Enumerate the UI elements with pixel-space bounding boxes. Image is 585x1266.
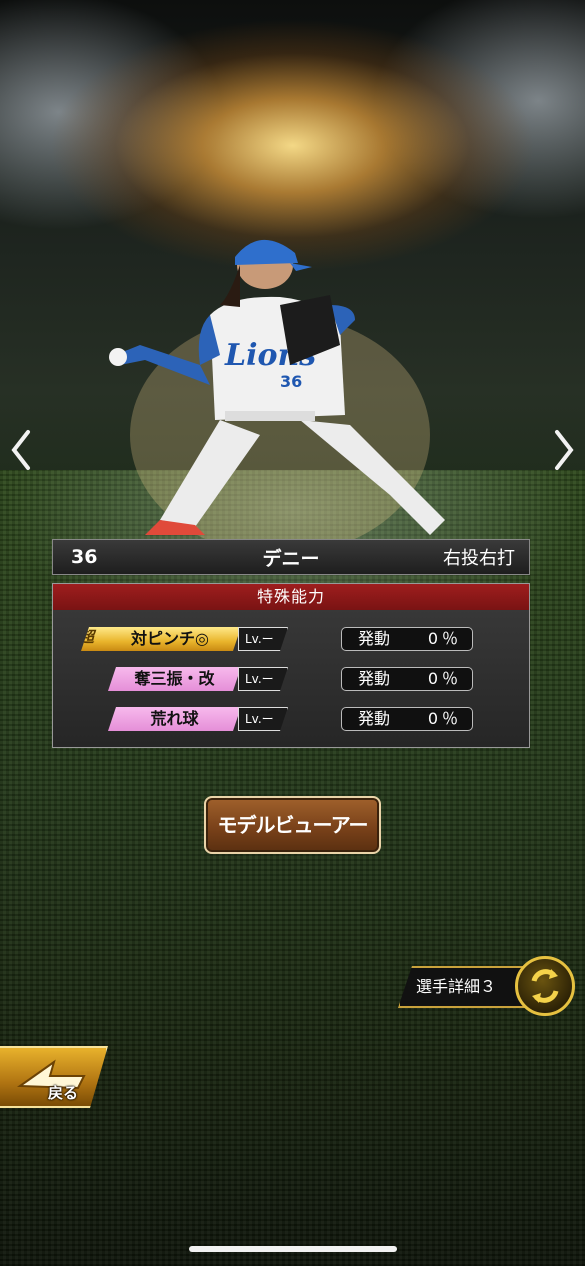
activation-rate: 発動 0％ (341, 627, 473, 651)
model-viewer-button[interactable]: モデルビューアー (204, 796, 381, 854)
activation-rate: 発動 0％ (341, 707, 473, 731)
ability-name: 荒れ球 (150, 709, 199, 728)
player-illustration: Lions 36 (109, 239, 445, 545)
ability-level: Lv.ー (238, 627, 288, 651)
activation-label: 発動 (358, 709, 391, 728)
special-abilities-panel: 特殊能力 超 対ピンチ◎ Lv.ー 発動 0％ 奪三振・改 Lv.ー 発動 0％… (52, 583, 530, 748)
ability-tag: 超 対ピンチ◎ (81, 627, 241, 651)
super-mark: 超 (79, 628, 95, 646)
ability-tag: 荒れ球 (108, 707, 241, 731)
home-indicator[interactable] (189, 1246, 397, 1252)
prev-player-chevron-left-icon[interactable] (8, 428, 34, 472)
back-label[interactable]: 戻る (48, 1082, 78, 1103)
ability-row[interactable]: 超 対ピンチ◎ Lv.ー 発動 0％ (53, 627, 529, 653)
player-info-bar: 36 デニー 右投右打 (52, 539, 530, 575)
ability-name: 対ピンチ◎ (131, 629, 209, 648)
panel-title: 特殊能力 (53, 584, 529, 610)
activation-label: 発動 (358, 629, 391, 648)
ability-row[interactable]: 奪三振・改 Lv.ー 発動 0％ (53, 667, 529, 693)
next-player-chevron-right-icon[interactable] (551, 428, 577, 472)
ability-level: Lv.ー (238, 667, 288, 691)
jersey-number: 36 (280, 372, 302, 391)
activation-value: 0％ (427, 709, 462, 728)
ability-level: Lv.ー (238, 707, 288, 731)
activation-value: 0％ (427, 629, 462, 648)
swap-arrows-icon[interactable] (515, 956, 575, 1016)
activation-rate: 発動 0％ (341, 667, 473, 691)
player-detail-button[interactable]: 選手詳細３ (398, 966, 528, 1008)
activation-label: 発動 (358, 669, 391, 688)
activation-value: 0％ (427, 669, 462, 688)
ability-row[interactable]: 荒れ球 Lv.ー 発動 0％ (53, 707, 529, 733)
ability-tag: 奪三振・改 (108, 667, 241, 691)
ability-name: 奪三振・改 (134, 669, 215, 688)
throw-bat-type: 右投右打 (443, 548, 515, 569)
